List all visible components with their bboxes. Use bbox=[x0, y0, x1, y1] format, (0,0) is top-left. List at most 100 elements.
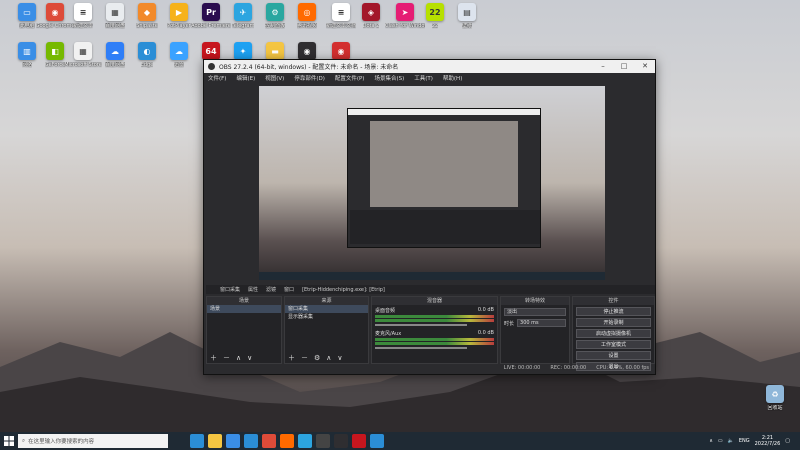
obs-window[interactable]: OBS 27.2.4 (64-bit, windows) - 配置文件: 未命名… bbox=[203, 59, 656, 375]
add-scene-icon[interactable]: ＋ bbox=[210, 353, 217, 363]
source-toolbar-item[interactable]: 窗口 bbox=[284, 286, 294, 293]
obs-titlebar[interactable]: OBS 27.2.4 (64-bit, windows) - 配置文件: 未命名… bbox=[204, 60, 655, 73]
nested-obs-window bbox=[347, 108, 541, 248]
move-down-icon[interactable]: ∨ bbox=[337, 354, 342, 362]
rec-status: REC: 00:00:00 bbox=[550, 364, 587, 371]
taskbar-app-icon[interactable] bbox=[262, 434, 276, 448]
source-toolbar-item[interactable]: 窗口采集 bbox=[220, 286, 240, 293]
desktop-icon-label: PotPlayer bbox=[167, 23, 191, 29]
chevron-up-icon[interactable]: ∧ bbox=[709, 438, 713, 444]
control-button[interactable]: 工作室模式 bbox=[576, 340, 651, 349]
taskbar-app-icon[interactable] bbox=[370, 434, 384, 448]
move-up-icon[interactable]: ∧ bbox=[326, 354, 331, 362]
source-toolbar-item[interactable]: 滤镜 bbox=[266, 286, 276, 293]
desktop-icon-label: Edge bbox=[140, 62, 154, 68]
menu-item[interactable]: 文件(F) bbox=[208, 74, 226, 82]
app-icon: ◈ bbox=[362, 3, 380, 21]
taskbar-search[interactable]: ⌕ 在这里输入你要搜索的内容 bbox=[18, 434, 168, 448]
desktop-icon-label: 新建文本 bbox=[72, 23, 93, 29]
controls-dock: 控件 停止推流 开始录制 启动虚拟摄像机 工作室模式 设置 退出 bbox=[572, 296, 655, 371]
transition-type-select[interactable]: 淡出 bbox=[504, 308, 566, 316]
app-icon: ◆ bbox=[138, 3, 156, 21]
app-icon: ▶ bbox=[170, 3, 188, 21]
obs-preview[interactable] bbox=[259, 86, 605, 280]
source-settings-icon[interactable]: ⚙ bbox=[314, 354, 320, 362]
recycle-bin-icon: ♻ bbox=[766, 385, 784, 403]
source-toolbar-item[interactable]: 属性 bbox=[248, 286, 258, 293]
desktop-icon-label: Telegram bbox=[231, 23, 255, 29]
app-icon: ◉ bbox=[332, 42, 350, 60]
menu-item[interactable]: 编辑(E) bbox=[236, 74, 255, 82]
control-button[interactable]: 设置 bbox=[576, 351, 651, 360]
network-icon[interactable]: ▭ bbox=[718, 438, 723, 444]
close-icon[interactable]: ✕ bbox=[635, 60, 655, 73]
taskbar-app-icon[interactable] bbox=[226, 434, 240, 448]
obs-app-icon bbox=[208, 63, 215, 70]
control-button[interactable]: 启动虚拟摄像机 bbox=[576, 329, 651, 338]
app-icon: ▭ bbox=[18, 3, 36, 21]
desktop-icon[interactable]: ◎ 腾讯视频 bbox=[288, 3, 326, 43]
clock[interactable]: 2:21 2022/7/26 bbox=[755, 435, 781, 447]
menu-item[interactable]: 停靠部件(D) bbox=[294, 74, 325, 82]
menu-item[interactable]: 视图(V) bbox=[265, 74, 284, 82]
recycle-bin[interactable]: ♻ 回收站 bbox=[756, 385, 794, 425]
maximize-icon[interactable]: □ bbox=[614, 60, 634, 73]
app-icon: ▤ bbox=[458, 3, 476, 21]
move-down-icon[interactable]: ∨ bbox=[247, 354, 252, 362]
app-icon: ◧ bbox=[46, 42, 64, 60]
notification-icon[interactable]: ▢ bbox=[785, 438, 790, 444]
taskbar-app-icon[interactable] bbox=[334, 434, 348, 448]
taskbar-app-icon[interactable] bbox=[352, 434, 366, 448]
taskbar-apps bbox=[188, 434, 386, 448]
desktop-icon[interactable]: ▤ 壁纸 bbox=[448, 3, 486, 43]
preview-taskbar bbox=[259, 272, 605, 280]
source-toolbar-item[interactable]: [Etrip-Hiddenchiping.exe]: [Etrip] bbox=[302, 287, 385, 293]
control-button[interactable]: 停止推流 bbox=[576, 307, 651, 316]
system-tray: ∧ ▭ 🔈 ENG 2:21 2022/7/26 ▢ bbox=[709, 435, 800, 447]
menu-item[interactable]: 场景集合(S) bbox=[374, 74, 404, 82]
app-icon: ◐ bbox=[138, 42, 156, 60]
desktop-icon-label: 腾讯视频 bbox=[296, 23, 317, 29]
scene-item[interactable]: 场景 bbox=[207, 305, 281, 313]
control-button[interactable]: 开始录制 bbox=[576, 318, 651, 327]
app-icon: ◎ bbox=[298, 3, 316, 21]
move-up-icon[interactable]: ∧ bbox=[236, 354, 241, 362]
taskbar: ⌕ 在这里输入你要搜索的内容 ∧ ▭ 🔈 ENG 2:21 2022/7/26 … bbox=[0, 432, 800, 450]
input-language[interactable]: ENG bbox=[739, 438, 750, 444]
taskbar-app-icon[interactable] bbox=[298, 434, 312, 448]
volume-icon[interactable]: 🔈 bbox=[728, 438, 734, 444]
mixer-track: 桌面音频 0.0 dB bbox=[372, 305, 497, 328]
remove-source-icon[interactable]: － bbox=[301, 353, 308, 363]
source-item[interactable]: 窗口采集 bbox=[285, 305, 368, 313]
volume-slider[interactable] bbox=[375, 324, 467, 326]
mixer-track: 麦克风/Aux 0.0 dB bbox=[372, 328, 497, 351]
volume-slider[interactable] bbox=[375, 347, 467, 349]
scenes-dock-title: 场景 bbox=[207, 297, 281, 305]
menu-item[interactable]: 工具(T) bbox=[414, 74, 433, 82]
desktop-icon-label: 百度网盘 bbox=[104, 62, 125, 68]
app-icon: ▥ bbox=[18, 42, 36, 60]
app-icon: ▬ bbox=[266, 42, 284, 60]
desktop-icon-label: 此电脑 bbox=[19, 23, 35, 29]
app-icon: ✦ bbox=[234, 42, 252, 60]
desktop-icon-label: 网络 bbox=[21, 62, 32, 68]
taskbar-app-icon[interactable] bbox=[316, 434, 330, 448]
minimize-icon[interactable]: – bbox=[593, 60, 613, 73]
desktop-icon-label: Dota 2 bbox=[362, 23, 380, 29]
taskbar-app-icon[interactable] bbox=[208, 434, 222, 448]
desktop-icon-label: GeForce bbox=[44, 62, 66, 68]
duration-input[interactable]: 300 ms bbox=[517, 319, 566, 327]
taskbar-app-icon[interactable] bbox=[280, 434, 294, 448]
desktop-icon-label: 迅雷 bbox=[173, 62, 184, 68]
taskbar-app-icon[interactable] bbox=[190, 434, 204, 448]
add-source-icon[interactable]: ＋ bbox=[288, 353, 295, 363]
app-icon: Pr bbox=[202, 3, 220, 21]
start-button[interactable] bbox=[0, 432, 18, 450]
app-icon: ≡ bbox=[74, 3, 92, 21]
source-item[interactable]: 显示器采集 bbox=[285, 313, 368, 321]
taskbar-app-icon[interactable] bbox=[244, 434, 258, 448]
menu-item[interactable]: 配置文件(P) bbox=[335, 74, 365, 82]
remove-scene-icon[interactable]: － bbox=[223, 353, 230, 363]
menu-item[interactable]: 帮助(H) bbox=[443, 74, 462, 82]
desktop-icon-label: Snipaste bbox=[136, 23, 158, 29]
